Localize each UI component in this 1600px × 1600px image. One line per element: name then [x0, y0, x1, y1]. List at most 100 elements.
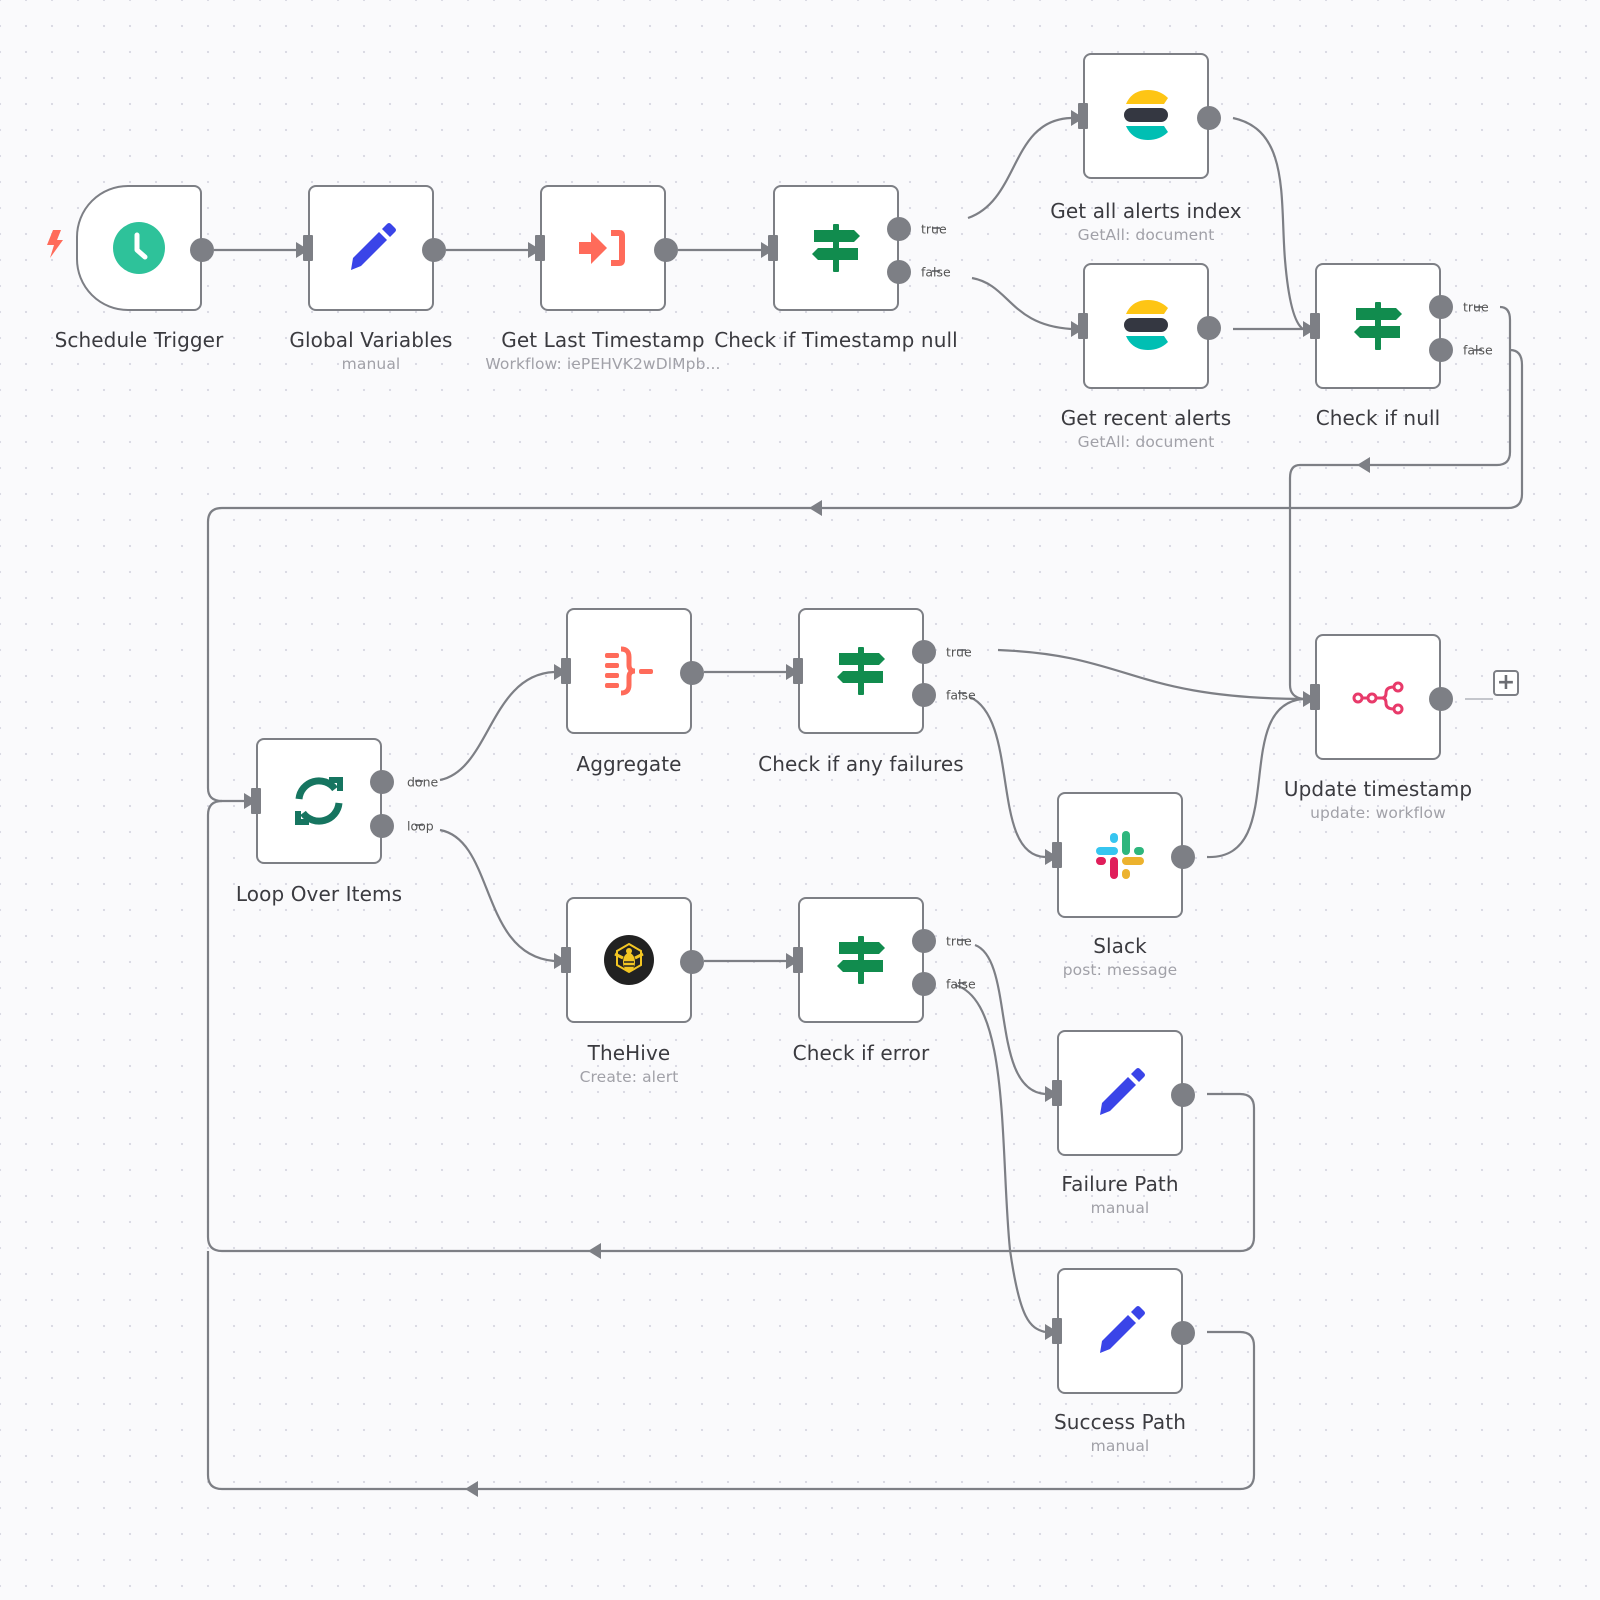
node-slack[interactable] — [1052, 792, 1195, 918]
edge-check-error-false-to-success[interactable] — [954, 983, 1046, 1334]
slack-icon — [1092, 827, 1148, 883]
input-handle[interactable] — [793, 947, 803, 973]
output-handle-true[interactable] — [887, 217, 911, 241]
execute-workflow-icon — [575, 220, 631, 276]
node-aggregate[interactable] — [561, 608, 704, 734]
output-handle-done[interactable] — [370, 770, 394, 794]
node-title: Loop Over Items — [235, 882, 403, 906]
output-label-true: true — [921, 221, 947, 237]
node-check-timestamp-null[interactable]: true false — [768, 185, 951, 311]
signpost-icon — [833, 932, 889, 988]
output-handle[interactable] — [680, 950, 704, 974]
node-failure-path[interactable] — [1052, 1030, 1195, 1156]
node-get-recent-alerts[interactable] — [1078, 263, 1221, 389]
output-label-loop: loop — [407, 818, 434, 834]
input-handle[interactable] — [1310, 684, 1320, 710]
edge-check-failures-false-to-slack[interactable] — [969, 696, 1046, 859]
input-handle[interactable] — [303, 235, 313, 261]
node-title: Get recent alerts GetAll: document — [1060, 406, 1232, 451]
input-handle[interactable] — [561, 947, 571, 973]
output-label-false: false — [921, 264, 951, 280]
input-handle[interactable] — [1052, 842, 1062, 868]
node-loop-over-items[interactable]: done loop — [251, 738, 438, 864]
input-handle[interactable] — [535, 235, 545, 261]
input-handle[interactable] — [561, 658, 571, 684]
node-title: Check if error — [792, 1041, 930, 1065]
input-handle[interactable] — [251, 788, 261, 814]
clock-icon — [111, 220, 167, 276]
output-handle-true[interactable] — [912, 929, 936, 953]
output-handle[interactable] — [1197, 106, 1221, 130]
output-label-true: true — [1463, 299, 1489, 315]
input-handle[interactable] — [1078, 103, 1088, 129]
node-update-timestamp[interactable] — [1310, 634, 1453, 760]
node-global-variables[interactable] — [303, 185, 446, 311]
node-title: Success Path manual — [1053, 1410, 1186, 1455]
input-handle[interactable] — [1310, 313, 1320, 339]
node-success-path[interactable] — [1052, 1268, 1195, 1394]
edge-arrow — [809, 500, 822, 516]
node-title: Check if Timestamp null — [714, 328, 958, 352]
node-title: Global Variables manual — [289, 328, 453, 373]
output-handle-false[interactable] — [912, 683, 936, 707]
node-title: Aggregate — [576, 752, 682, 776]
edge-loop-loop-to-thehive[interactable] — [439, 828, 555, 963]
edge-check-failures-true-to-update[interactable] — [997, 648, 1304, 701]
edge-arrow — [465, 1481, 478, 1497]
output-handle[interactable] — [1429, 687, 1453, 711]
loop-icon — [291, 773, 347, 829]
node-check-if-null[interactable]: true false — [1310, 263, 1493, 389]
n8n-icon — [1350, 669, 1406, 725]
output-label-done: done — [407, 774, 439, 790]
node-check-if-error[interactable]: true false — [793, 897, 976, 1023]
output-handle[interactable] — [1171, 845, 1195, 869]
plus-icon: + — [1496, 670, 1516, 695]
output-label-true: true — [946, 933, 972, 949]
input-handle[interactable] — [1052, 1318, 1062, 1344]
node-get-last-timestamp[interactable] — [535, 185, 678, 311]
input-handle[interactable] — [1078, 313, 1088, 339]
node-title: TheHive Create: alert — [579, 1041, 679, 1086]
add-node-button[interactable]: + — [1493, 670, 1519, 696]
thehive-icon — [601, 932, 657, 988]
input-handle[interactable] — [768, 235, 778, 261]
elasticsearch-icon — [1118, 298, 1174, 354]
output-handle-false[interactable] — [887, 260, 911, 284]
output-handle[interactable] — [654, 238, 678, 262]
aggregate-icon — [601, 643, 657, 699]
pencil-icon — [1092, 1065, 1148, 1121]
signpost-icon — [833, 643, 889, 699]
output-handle-true[interactable] — [1429, 295, 1453, 319]
output-label-false: false — [946, 687, 976, 703]
output-handle[interactable] — [680, 661, 704, 685]
edge-check-ts-false-to-get-recent[interactable] — [971, 276, 1072, 331]
pencil-icon — [1092, 1303, 1148, 1359]
output-handle-true[interactable] — [912, 640, 936, 664]
output-handle-loop[interactable] — [370, 814, 394, 838]
output-handle-false[interactable] — [1429, 338, 1453, 362]
output-handle[interactable] — [1171, 1083, 1195, 1107]
node-title: Update timestamp update: workflow — [1283, 777, 1473, 822]
input-handle[interactable] — [1052, 1080, 1062, 1106]
output-handle-false[interactable] — [912, 972, 936, 996]
node-title: Slack post: message — [1062, 934, 1178, 979]
edge-arrow — [588, 1243, 601, 1259]
node-schedule-trigger[interactable] — [76, 185, 214, 311]
node-title: Get Last Timestamp Workflow: iePEHVK2wDlM… — [485, 328, 721, 373]
signpost-icon — [1350, 298, 1406, 354]
output-handle[interactable] — [1197, 316, 1221, 340]
node-title: Schedule Trigger — [54, 328, 224, 352]
pencil-icon — [343, 220, 399, 276]
output-handle[interactable] — [422, 238, 446, 262]
node-title: Get all alerts index GetAll: document — [1050, 199, 1242, 244]
node-title: Failure Path manual — [1061, 1172, 1179, 1217]
output-handle[interactable] — [1171, 1321, 1195, 1345]
node-thehive[interactable] — [561, 897, 704, 1023]
input-handle[interactable] — [793, 658, 803, 684]
trigger-bolt-icon — [44, 228, 66, 260]
output-handle[interactable] — [190, 238, 214, 262]
output-label-true: true — [946, 644, 972, 660]
edge-arrow — [1357, 457, 1370, 473]
node-check-any-failures[interactable]: true false — [793, 608, 976, 734]
node-get-all-alerts-index[interactable] — [1078, 53, 1221, 179]
